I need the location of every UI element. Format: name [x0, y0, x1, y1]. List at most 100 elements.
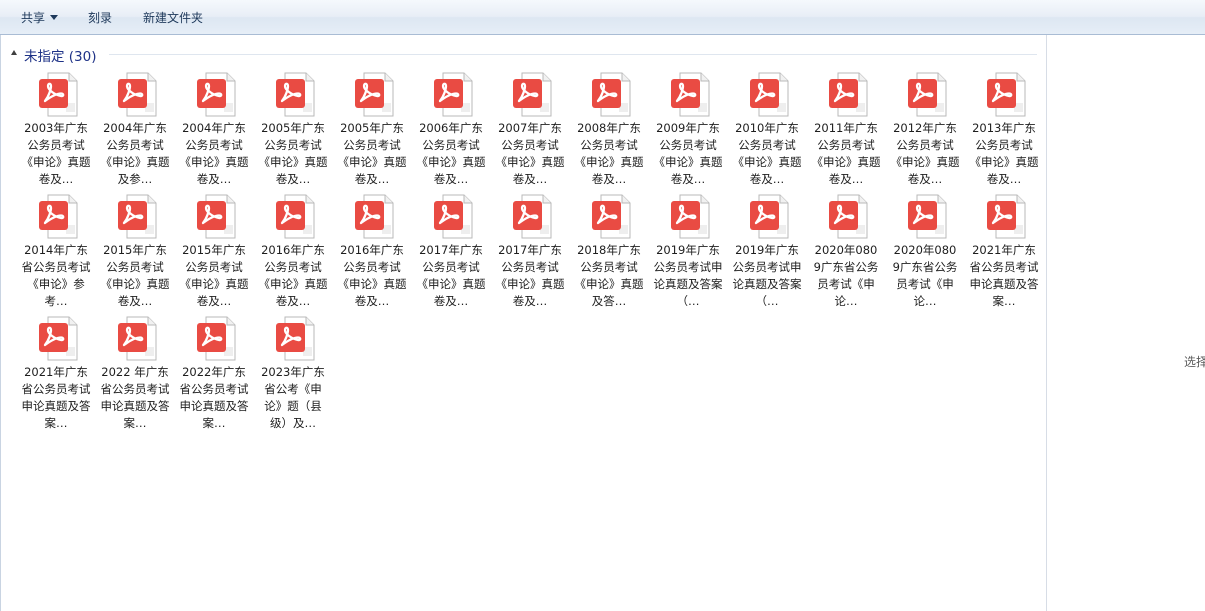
pdf-document-icon	[904, 72, 949, 117]
file-item[interactable]: 2015年广东公务员考试《申论》真题卷及…	[176, 193, 255, 315]
pdf-document-icon	[667, 194, 712, 239]
file-item[interactable]: 2005年广东公务员考试《申论》真题卷及…	[334, 71, 413, 193]
pdf-document-icon	[193, 72, 238, 117]
file-name-label: 2014年广东省公务员考试《申论》参考…	[21, 243, 91, 308]
file-item[interactable]: 2017年广东公务员考试《申论》真题卷及…	[413, 193, 492, 315]
file-item[interactable]: 2012年广东公务员考试《申论》真题卷及…	[887, 71, 966, 193]
file-item[interactable]: 2013年广东公务员考试《申论》真题卷及…	[966, 71, 1045, 193]
group-header[interactable]: 未指定 (30)	[11, 43, 1037, 65]
pdf-document-icon	[509, 72, 554, 117]
group-title: 未指定 (30)	[24, 49, 97, 65]
file-name-label: 2022 年广东省公务员考试申论真题及答案…	[100, 365, 170, 430]
file-name-label: 2006年广东公务员考试《申论》真题卷及…	[416, 121, 486, 186]
share-label: 共享	[21, 11, 46, 25]
file-name-label: 2005年广东公务员考试《申论》真题卷及…	[337, 121, 407, 186]
file-item[interactable]: 2015年广东公务员考试《申论》真题卷及…	[97, 193, 176, 315]
file-name-label: 2009年广东公务员考试《申论》真题卷及…	[653, 121, 723, 186]
file-item[interactable]: 2007年广东公务员考试《申论》真题卷及…	[492, 71, 571, 193]
pdf-document-icon	[35, 72, 80, 117]
file-name-label: 2021年广东省公务员考试申论真题及答案…	[969, 243, 1039, 308]
file-name-label: 2017年广东公务员考试《申论》真题卷及…	[416, 243, 486, 308]
pdf-document-icon	[983, 72, 1028, 117]
file-item[interactable]: 2023年广东省公考《申论》题（县级）及…	[255, 315, 334, 437]
new-folder-button[interactable]: 新建文件夹	[143, 9, 203, 27]
pdf-document-icon	[430, 194, 475, 239]
pdf-document-icon	[35, 194, 80, 239]
file-item[interactable]: 2008年广东公务员考试《申论》真题卷及…	[571, 71, 650, 193]
pdf-document-icon	[272, 316, 317, 361]
pdf-document-icon	[351, 72, 396, 117]
file-name-label: 2018年广东公务员考试《申论》真题及答…	[574, 243, 644, 308]
pdf-document-icon	[746, 72, 791, 117]
file-name-label: 2003年广东公务员考试《申论》真题卷及…	[21, 121, 91, 186]
pdf-document-icon	[114, 316, 159, 361]
file-item[interactable]: 2004年广东公务员考试《申论》真题及参…	[97, 71, 176, 193]
file-item[interactable]: 2010年广东公务员考试《申论》真题卷及…	[729, 71, 808, 193]
file-name-label: 2005年广东公务员考试《申论》真题卷及…	[258, 121, 328, 186]
pdf-document-icon	[904, 194, 949, 239]
pdf-document-icon	[272, 72, 317, 117]
file-name-label: 2010年广东公务员考试《申论》真题卷及…	[732, 121, 802, 186]
file-name-label: 2011年广东公务员考试《申论》真题卷及…	[811, 121, 881, 186]
burn-label: 刻录	[88, 11, 113, 25]
file-name-label: 2019年广东公务员考试申论真题及答案（…	[732, 243, 802, 308]
file-item[interactable]: 2005年广东公务员考试《申论》真题卷及…	[255, 71, 334, 193]
file-name-label: 2022年广东省公务员考试申论真题及答案…	[179, 365, 249, 430]
file-item[interactable]: 2014年广东省公务员考试《申论》参考…	[18, 193, 97, 315]
file-item[interactable]: 2011年广东公务员考试《申论》真题卷及…	[808, 71, 887, 193]
pdf-document-icon	[351, 194, 396, 239]
file-item[interactable]: 2022 年广东省公务员考试申论真题及答案…	[97, 315, 176, 437]
pdf-document-icon	[193, 316, 238, 361]
pdf-document-icon	[272, 194, 317, 239]
preview-pane: 选择	[1047, 35, 1205, 611]
file-item[interactable]: 2021年广东省公务员考试申论真题及答案…	[966, 193, 1045, 315]
file-item[interactable]: 2021年广东省公务员考试申论真题及答案…	[18, 315, 97, 437]
file-list-pane[interactable]: 未指定 (30) 2003年广东公务员考试《申论》真题卷及… 2004年广东公务	[1, 35, 1046, 611]
file-name-label: 2020年0809广东省公务员考试《申论…	[892, 243, 958, 308]
share-button[interactable]: 共享	[21, 9, 59, 27]
command-bar: 共享 刻录 新建文件夹	[0, 0, 1205, 35]
pdf-document-icon	[114, 194, 159, 239]
file-name-label: 2008年广东公务员考试《申论》真题卷及…	[574, 121, 644, 186]
file-item[interactable]: 2017年广东公务员考试《申论》真题卷及…	[492, 193, 571, 315]
pdf-document-icon	[114, 72, 159, 117]
pdf-document-icon	[746, 194, 791, 239]
file-name-label: 2016年广东公务员考试《申论》真题卷及…	[337, 243, 407, 308]
file-name-label: 2007年广东公务员考试《申论》真题卷及…	[495, 121, 565, 186]
pdf-document-icon	[35, 316, 80, 361]
file-name-label: 2017年广东公务员考试《申论》真题卷及…	[495, 243, 565, 308]
collapse-arrow-icon[interactable]	[11, 50, 17, 55]
pdf-document-icon	[430, 72, 475, 117]
file-name-label: 2023年广东省公考《申论》题（县级）及…	[261, 365, 325, 430]
file-item[interactable]: 2016年广东公务员考试《申论》真题卷及…	[334, 193, 413, 315]
preview-placeholder-text: 选择	[1184, 355, 1205, 369]
pdf-document-icon	[588, 194, 633, 239]
chevron-down-icon	[50, 15, 59, 20]
file-name-label: 2019年广东公务员考试申论真题及答案（…	[653, 243, 723, 308]
file-item[interactable]: 2003年广东公务员考试《申论》真题卷及…	[18, 71, 97, 193]
new-folder-label: 新建文件夹	[143, 11, 204, 25]
file-item[interactable]: 2009年广东公务员考试《申论》真题卷及…	[650, 71, 729, 193]
file-item[interactable]: 2019年广东公务员考试申论真题及答案（…	[729, 193, 808, 315]
file-name-label: 2004年广东公务员考试《申论》真题及参…	[100, 121, 170, 186]
pdf-document-icon	[509, 194, 554, 239]
file-item[interactable]: 2019年广东公务员考试申论真题及答案（…	[650, 193, 729, 315]
file-name-label: 2013年广东公务员考试《申论》真题卷及…	[969, 121, 1039, 186]
burn-button[interactable]: 刻录	[88, 9, 112, 27]
file-name-label: 2015年广东公务员考试《申论》真题卷及…	[100, 243, 170, 308]
file-name-label: 2015年广东公务员考试《申论》真题卷及…	[179, 243, 249, 308]
file-name-label: 2016年广东公务员考试《申论》真题卷及…	[258, 243, 328, 308]
file-item[interactable]: 2020年0809广东省公务员考试《申论…	[887, 193, 966, 315]
file-grid: 2003年广东公务员考试《申论》真题卷及… 2004年广东公务员考试《申论》真题…	[18, 71, 1048, 437]
pdf-document-icon	[983, 194, 1028, 239]
file-item[interactable]: 2016年广东公务员考试《申论》真题卷及…	[255, 193, 334, 315]
file-item[interactable]: 2020年0809广东省公务员考试《申论…	[808, 193, 887, 315]
file-name-label: 2004年广东公务员考试《申论》真题卷及…	[179, 121, 249, 186]
file-item[interactable]: 2006年广东公务员考试《申论》真题卷及…	[413, 71, 492, 193]
file-name-label: 2012年广东公务员考试《申论》真题卷及…	[890, 121, 960, 186]
file-item[interactable]: 2022年广东省公务员考试申论真题及答案…	[176, 315, 255, 437]
file-name-label: 2021年广东省公务员考试申论真题及答案…	[21, 365, 91, 430]
file-item[interactable]: 2018年广东公务员考试《申论》真题及答…	[571, 193, 650, 315]
file-item[interactable]: 2004年广东公务员考试《申论》真题卷及…	[176, 71, 255, 193]
pdf-document-icon	[667, 72, 712, 117]
